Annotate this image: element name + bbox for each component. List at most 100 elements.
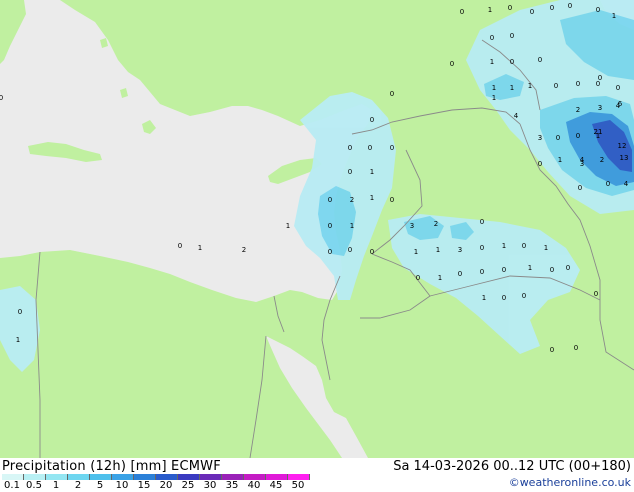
precip-value: 0 [460,8,464,16]
precip-value: 0 [370,248,374,256]
precip-value: 0 [576,80,580,88]
site-credit[interactable]: ©weatheronline.co.uk [509,476,631,489]
precip-value: 0 [550,266,554,274]
precip-value: 4 [580,156,585,164]
legend-tick-label: 5 [96,480,104,491]
precip-value: 0 [390,144,394,152]
precip-value: 1 [370,168,374,176]
precip-value: 3 [410,222,414,230]
precip-value: 0 [556,134,560,142]
precip-value: 2 [600,156,604,164]
precip-value: 0 [368,144,372,152]
precip-value: 0 [510,58,514,66]
precip-value: 0 [578,184,582,192]
precip-value: 0 [416,274,420,282]
precip-value: 0 [616,84,620,92]
precip-value: 2 [576,106,580,114]
precip-value: 3 [458,246,462,254]
precip-value: 0 [566,264,570,272]
precipitation-map: 0 1 0 0 0 0 0 1 0 0 0 1 0 0 1 1 1 0 0 0 1 4 3 0 0 1 4 0 0 2 3 6 0 1 3 21 12 4… [0,0,634,458]
precip-value: 1 [438,274,442,282]
precip-value: 0 [328,222,332,230]
precip-value: 0 [530,8,534,16]
precip-value: 0 [538,56,542,64]
precip-value: 1 [488,6,492,14]
legend-tick-label: 0.5 [26,480,42,491]
precip-value: 0 [574,344,578,352]
precip-value: 0 [576,132,580,140]
map-footer: Precipitation (12h) [mm] ECMWF Sa 14-03-… [0,458,634,492]
precip-legend: 0.1 0.5 1 2 5 10 15 20 25 30 35 40 45 50 [0,474,330,492]
legend-tick-label: 0.1 [4,480,20,491]
precip-value: 1 [528,82,532,90]
legend-tick-label: 50 [291,480,305,491]
precip-value: 0 [522,292,526,300]
precip-value: 0 [390,90,394,98]
precip-value: 1 [414,248,418,256]
precip-value: 0 [554,82,558,90]
precip-value: 1 [492,84,496,92]
map-title: Precipitation (12h) [mm] ECMWF [2,459,221,474]
precip-value: 2 [350,196,354,204]
legend-tick-label: 15 [137,480,151,491]
precip-value: 2 [434,220,438,228]
precip-value: 1 [370,194,374,202]
precip-value: 1 [510,84,514,92]
precip-value: 0 [538,160,542,168]
legend-tick-label: 1 [52,480,60,491]
precip-value: 0 [480,268,484,276]
precip-value: 0 [596,6,600,14]
precip-value: 0 [178,242,182,250]
precip-value: 1 [558,156,562,164]
precip-value: 1 [16,336,20,344]
precip-value: 0 [348,246,352,254]
legend-tick-label: 30 [203,480,217,491]
legend-tick-label: 45 [269,480,283,491]
precip-value: 1 [198,244,202,252]
precip-value: 0 [502,294,506,302]
precip-value: 1 [544,244,548,252]
legend-tick-label: 35 [225,480,239,491]
legend-tick-label: 2 [74,480,82,491]
precip-value: 1 [612,12,616,20]
precip-value: 1 [502,242,506,250]
precip-value: 12 [618,142,627,150]
precip-value: 0 [0,94,3,102]
precip-value: 0 [502,266,506,274]
precip-value: 1 [492,94,496,102]
precip-value: 0 [508,4,512,12]
precip-value: 3 [538,134,542,142]
precip-value: 1 [490,58,494,66]
precip-value: 3 [598,104,602,112]
legend-tick-label: 20 [159,480,173,491]
precip-value: 0 [328,196,332,204]
precip-value: 1 [528,264,532,272]
legend-tick-label: 40 [247,480,261,491]
legend-ticks: 0.1 0.5 1 2 5 10 15 20 25 30 35 40 45 50 [0,480,330,492]
precip-value: 0 [370,116,374,124]
precip-value: 0 [480,244,484,252]
precip-value: 0 [18,308,22,316]
precip-value: 0 [480,218,484,226]
precip-value: 0 [348,144,352,152]
precip-value: 1 [436,246,440,254]
precip-value: 0 [606,180,610,188]
precip-value: 6 [618,100,623,108]
precip-value: 1 [482,294,486,302]
precip-value: 0 [490,34,494,42]
precip-value: 0 [550,4,554,12]
precip-value: 0 [510,32,514,40]
legend-tick-label: 25 [181,480,195,491]
precip-value: 0 [348,168,352,176]
legend-tick-label: 10 [115,480,129,491]
precip-value: 0 [450,60,454,68]
precip-value: 0 [594,290,598,298]
precip-value: 1 [286,222,290,230]
precip-value: 0 [568,2,572,10]
precip-value: 0 [598,74,602,82]
precip-value: 0 [390,196,394,204]
precip-value: 2 [242,246,246,254]
precip-value: 0 [550,346,554,354]
precip-value: 4 [624,180,629,188]
precip-value: 0 [328,248,332,256]
